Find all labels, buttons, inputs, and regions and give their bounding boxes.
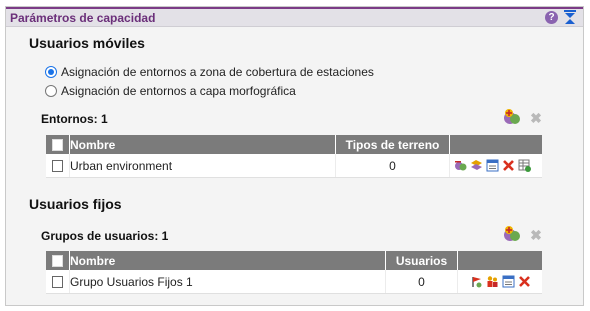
select-all-checkbox[interactable] [52, 254, 63, 267]
row-users-count: 0 [386, 270, 458, 293]
column-name[interactable]: Nombre [70, 135, 336, 154]
row-name: Urban environment [70, 154, 336, 177]
panel-title: Parámetros de capacidad [10, 11, 156, 25]
delete-user-group-icon[interactable]: ✖ [529, 228, 543, 242]
column-actions [458, 251, 542, 270]
select-all-cell [46, 135, 70, 154]
mobile-users-title: Usuarios móviles [29, 35, 145, 51]
properties-icon[interactable] [486, 159, 499, 172]
select-all-checkbox[interactable] [52, 138, 63, 151]
radio-morphographic-layer-label: Asignación de entornos a capa morfográfi… [61, 84, 296, 98]
radio-coverage-zone-label: Asignación de entornos a zona de cobertu… [61, 65, 374, 79]
row-check-cell [46, 270, 70, 293]
select-all-cell [46, 251, 70, 270]
row-actions [450, 154, 542, 177]
assign-icon[interactable] [454, 159, 467, 172]
delete-row-icon[interactable] [518, 275, 531, 288]
row-checkbox[interactable] [52, 159, 63, 172]
user-groups-table: Nombre Usuarios Grupo Usuarios Fijos 1 0 [46, 251, 542, 294]
radio-button-selected[interactable] [45, 66, 57, 78]
column-terrain-types[interactable]: Tipos de terreno [336, 135, 450, 154]
users-icon[interactable] [486, 275, 499, 288]
table-header: Nombre Usuarios [46, 251, 542, 270]
help-icon[interactable]: ? [545, 11, 558, 24]
layers-icon[interactable] [470, 159, 483, 172]
row-checkbox[interactable] [52, 275, 63, 288]
row-terrain-count: 0 [336, 154, 450, 177]
row-check-cell [46, 154, 70, 177]
environments-table: Nombre Tipos de terreno Urban environmen… [46, 135, 542, 178]
column-actions [450, 135, 542, 154]
delete-environment-icon[interactable]: ✖ [529, 111, 543, 125]
radio-morphographic-layer[interactable]: Asignación de entornos a capa morfográfi… [45, 84, 296, 98]
location-icon[interactable] [470, 275, 483, 288]
properties-icon[interactable] [502, 275, 515, 288]
column-name[interactable]: Nombre [70, 251, 386, 270]
user-groups-count: Grupos de usuarios: 1 [41, 229, 169, 243]
export-table-icon[interactable] [518, 159, 531, 172]
collapse-icon[interactable] [563, 10, 577, 26]
delete-row-icon[interactable] [502, 159, 515, 172]
radio-coverage-zone[interactable]: Asignación de entornos a zona de cobertu… [45, 65, 374, 79]
table-header: Nombre Tipos de terreno [46, 135, 542, 154]
fixed-users-title: Usuarios fijos [29, 196, 122, 212]
table-row[interactable]: Urban environment 0 [46, 154, 542, 178]
row-name: Grupo Usuarios Fijos 1 [70, 270, 386, 293]
panel-header: Parámetros de capacidad ? [6, 7, 583, 27]
environments-count: Entornos: 1 [41, 112, 108, 126]
row-actions [458, 270, 542, 293]
add-environment-icon[interactable] [503, 108, 521, 126]
add-user-group-icon[interactable] [503, 225, 521, 243]
column-users[interactable]: Usuarios [386, 251, 458, 270]
radio-button[interactable] [45, 85, 57, 97]
table-row[interactable]: Grupo Usuarios Fijos 1 0 [46, 270, 542, 294]
